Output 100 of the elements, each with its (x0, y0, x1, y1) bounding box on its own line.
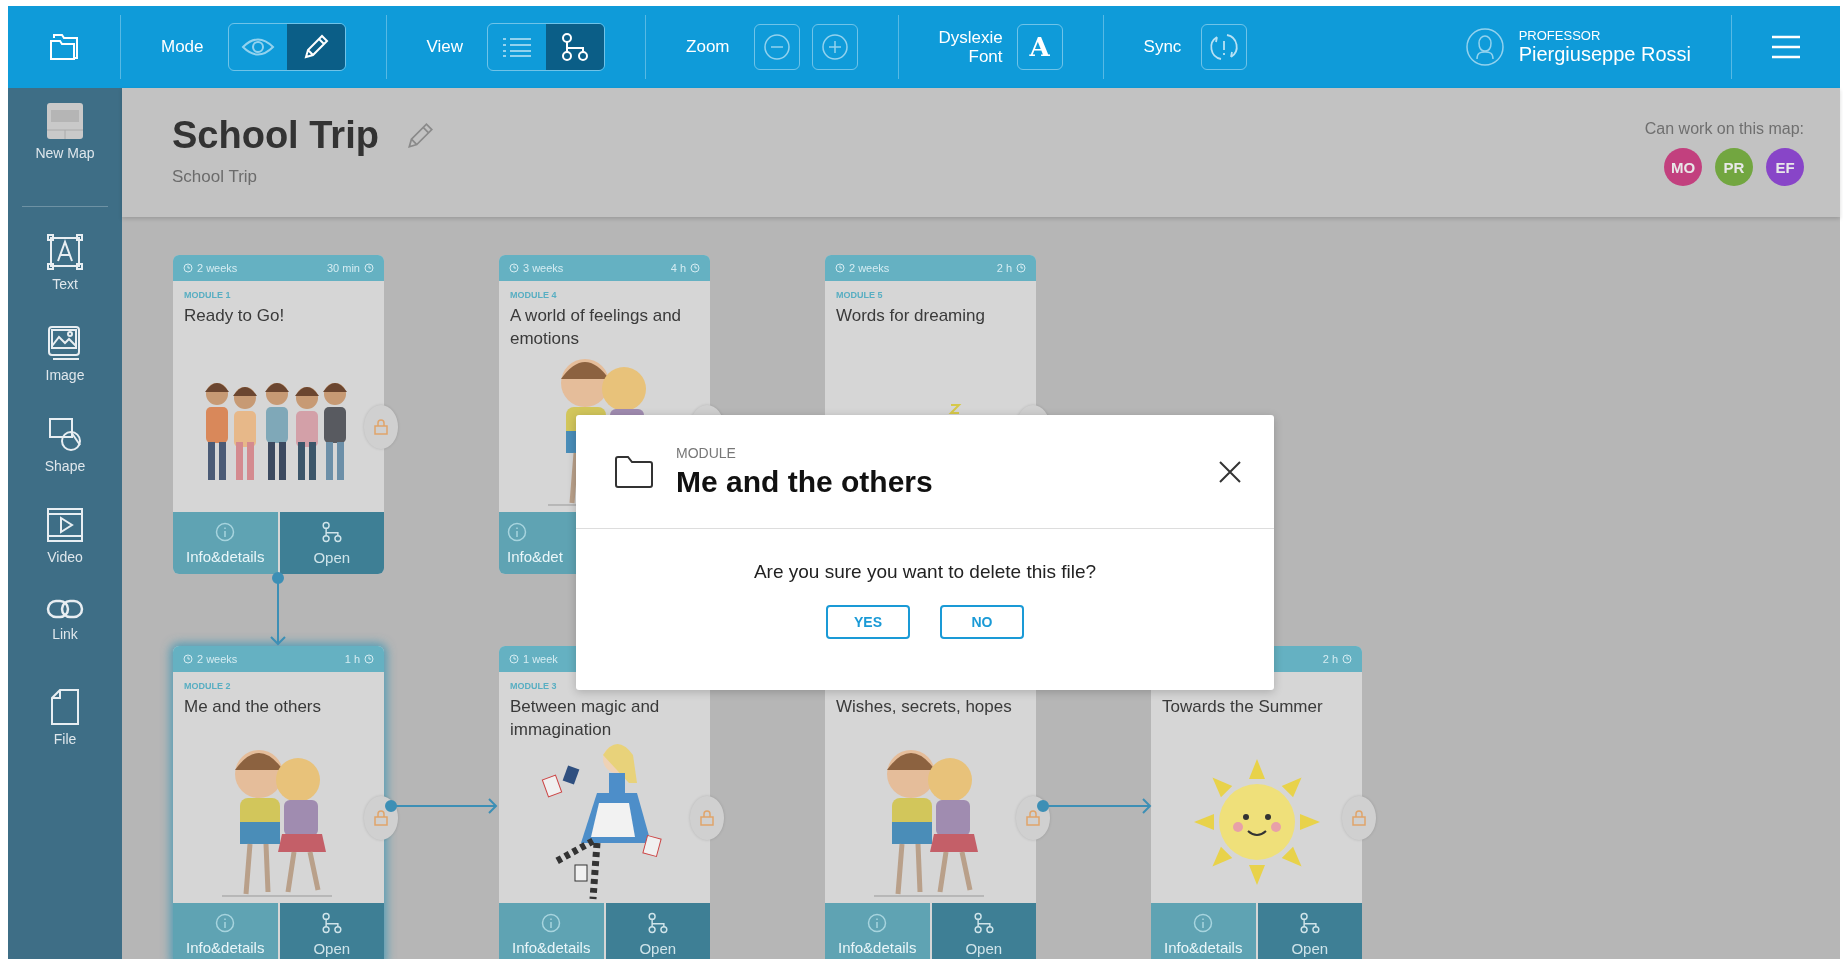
flow-icon (646, 911, 669, 934)
no-button[interactable]: NO (940, 605, 1024, 639)
lock-button[interactable] (364, 405, 398, 449)
duration-label: 2 weeks (197, 262, 238, 274)
dyslexia-font-label: Dyslexie Font (938, 28, 1003, 66)
info-icon (867, 912, 888, 933)
zoom-out-icon (762, 33, 791, 61)
open-button[interactable]: Open (1257, 903, 1362, 959)
duration-label: 2 weeks (197, 653, 238, 665)
open-button[interactable]: Open (931, 903, 1036, 959)
sync-icon (1209, 32, 1240, 62)
collaborator-avatar: PR (1715, 148, 1753, 186)
menu-icon (1771, 35, 1801, 59)
dyslexia-font-button[interactable]: A (1016, 24, 1063, 70)
list-icon (502, 36, 533, 58)
clock-icon (509, 654, 519, 664)
user-name: Piergiuseppe Rossi (1518, 43, 1691, 66)
flow-icon (1298, 911, 1321, 934)
user-role: PROFESSOR (1518, 28, 1602, 43)
flow-icon (320, 520, 343, 543)
lock-icon (374, 810, 388, 826)
folders-icon[interactable] (49, 33, 79, 61)
file-icon (50, 688, 80, 726)
module-label: MODULE 4 (510, 290, 557, 300)
eye-icon (240, 36, 275, 58)
lock-button[interactable] (1342, 796, 1376, 840)
shape-tool[interactable]: Shape (15, 415, 115, 506)
user-avatar-icon (1464, 27, 1505, 67)
map-view-button[interactable] (546, 24, 605, 70)
lock-icon (1026, 810, 1040, 826)
info-icon (541, 912, 562, 933)
card-title: A world of feelings and emotions (510, 305, 683, 350)
clock-icon (509, 263, 519, 273)
module-label: MODULE 3 (510, 681, 557, 691)
module-label: MODULE 2 (184, 681, 231, 691)
card-title: Me and the others (184, 696, 323, 718)
file-tool[interactable]: File (15, 688, 115, 779)
open-button[interactable]: Open (605, 903, 710, 959)
clock-icon (364, 654, 374, 664)
link-tool[interactable]: Link (15, 597, 115, 688)
time-label: 2 h (1322, 653, 1338, 665)
link-icon (46, 597, 84, 621)
map-subtitle: School Trip (172, 167, 259, 187)
clock-icon (183, 263, 193, 273)
time-label: 2 h (996, 262, 1012, 274)
info-icon (1193, 912, 1214, 933)
module-label: MODULE 1 (184, 290, 231, 300)
clock-icon (690, 263, 700, 273)
collaborator-avatar: MO (1664, 148, 1702, 186)
time-label: 30 min (326, 262, 360, 274)
info-details-button[interactable]: Info&details (1151, 903, 1258, 959)
zoom-in-button[interactable] (811, 24, 858, 70)
info-icon (507, 521, 527, 542)
info-details-button[interactable]: Info&details (173, 512, 280, 574)
card-title: Ready to Go! (184, 305, 286, 327)
card-title: Wishes, secrets, hopes (836, 696, 1013, 718)
folder-icon (614, 454, 654, 489)
lock-icon (1352, 810, 1366, 826)
clock-icon (1342, 654, 1352, 664)
time-label: 1 h (344, 653, 360, 665)
open-button[interactable]: Open (279, 903, 384, 959)
image-tool[interactable]: Image (15, 324, 115, 415)
module-card[interactable]: 2 weeks 1 h MODULE 2 Me and the others Info&details Open (173, 646, 384, 959)
zoom-label: Zoom (686, 37, 730, 57)
card-title: Words for dreaming (836, 305, 986, 327)
info-details-button[interactable]: Info&details (499, 903, 606, 959)
zoom-out-button[interactable] (753, 24, 800, 70)
view-label: View (426, 37, 464, 57)
module-label: MODULE 5 (836, 290, 883, 300)
open-button[interactable]: Open (279, 512, 384, 574)
collaborators-label: Can work on this map: (1644, 120, 1804, 138)
text-icon (46, 233, 84, 271)
close-button[interactable] (1218, 459, 1242, 484)
clock-icon (183, 654, 193, 664)
card-title: Towards the Summer (1162, 696, 1324, 718)
collaborator-avatar: EF (1766, 148, 1804, 186)
text-tool[interactable]: Text (15, 233, 115, 324)
flow-icon (320, 911, 343, 934)
flow-icon (972, 911, 995, 934)
yes-button[interactable]: YES (826, 605, 910, 639)
flow-icon (560, 32, 591, 62)
sync-label: Sync (1143, 37, 1182, 57)
new-map-tool[interactable]: New Map (35, 102, 95, 196)
clock-icon (364, 263, 374, 273)
sync-button[interactable] (1201, 24, 1248, 70)
lock-icon (374, 419, 388, 435)
info-details-button[interactable]: Info&details (825, 903, 932, 959)
module-card[interactable]: 2 h Towards the Summer Info&details Open (1151, 646, 1362, 959)
module-card[interactable]: 1 week MODULE 3 Between magic and immagination Info&details Open (499, 646, 710, 959)
map-title: School Trip (172, 114, 379, 157)
module-card[interactable]: 2 weeks 30 min MODULE 1 Ready to Go! Info&details Open (173, 255, 384, 574)
video-tool[interactable]: Video (15, 506, 115, 597)
mode-label: Mode (161, 37, 204, 57)
shape-icon (46, 415, 84, 453)
duration-label: 1 week (523, 653, 558, 665)
clock-icon (1016, 263, 1026, 273)
edit-mode-button[interactable] (286, 24, 345, 70)
lock-button[interactable] (690, 796, 724, 840)
video-icon (46, 506, 84, 544)
info-details-button[interactable]: Info&details (173, 903, 280, 959)
